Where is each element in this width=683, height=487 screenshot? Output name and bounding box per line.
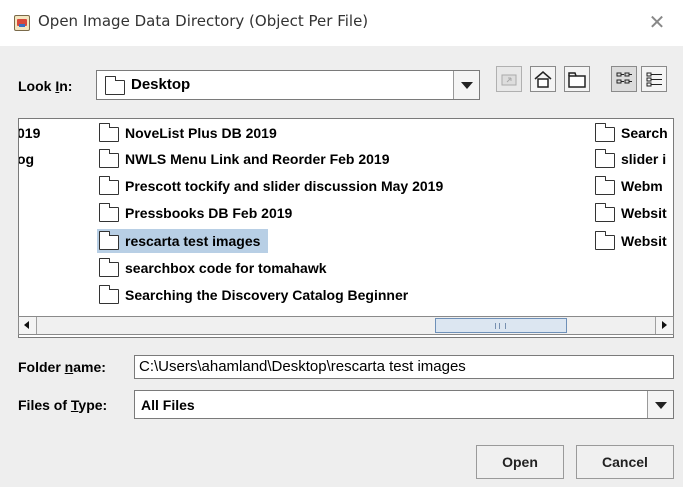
list-item-label: Webm: [621, 178, 663, 194]
home-icon: [534, 71, 552, 88]
look-in-combo[interactable]: Desktop: [96, 70, 480, 100]
files-of-type-label: Files of Type:: [18, 397, 107, 413]
folder-icon: [98, 175, 119, 195]
window-title: Open Image Data Directory (Object Per Fi…: [38, 12, 369, 30]
list-item[interactable]: og: [18, 147, 42, 171]
list-item[interactable]: Prescott tockify and slider discussion M…: [97, 174, 451, 198]
look-in-label-post: n:: [59, 78, 73, 94]
folder-icon: [594, 230, 615, 250]
cancel-button[interactable]: Cancel: [576, 445, 674, 479]
folder-icon: [98, 257, 119, 277]
chevron-down-icon[interactable]: [453, 71, 479, 99]
folder-icon: [98, 202, 119, 222]
list-item[interactable]: slider i: [593, 147, 673, 171]
list-item[interactable]: Websit: [593, 229, 673, 253]
file-list[interactable]: 019 og NoveList Plus DB 2019 NWLS Menu L…: [18, 118, 674, 338]
folder-name-label-post: ame:: [73, 359, 106, 375]
list-item-label: Searching the Discovery Catalog Beginner: [125, 287, 409, 303]
list-item[interactable]: 019: [18, 121, 48, 145]
scroll-left-icon[interactable]: [19, 317, 37, 334]
java-cup-icon: [14, 15, 30, 31]
folder-icon: [594, 122, 615, 142]
files-of-type-label-pre: Files of: [18, 397, 71, 413]
folder-icon: [594, 148, 615, 168]
folder-icon: [104, 76, 125, 95]
list-item-label: NoveList Plus DB 2019: [125, 125, 277, 141]
files-of-type-label-post: ype:: [78, 397, 108, 413]
up-one-level-icon: [501, 74, 517, 86]
folder-name-label-mnemonic: n: [64, 359, 74, 375]
files-of-type-value: All Files: [141, 397, 195, 413]
details-view-icon: [646, 72, 662, 87]
list-item-selected[interactable]: rescarta test images: [97, 229, 269, 253]
list-item-label: Websit: [621, 233, 667, 249]
folder-icon: [98, 284, 119, 304]
list-item-label: searchbox code for tomahawk: [125, 260, 327, 276]
list-item-label: NWLS Menu Link and Reorder Feb 2019: [125, 151, 390, 167]
list-item-label: 019: [18, 125, 41, 141]
open-button[interactable]: Open: [476, 445, 564, 479]
details-view-button[interactable]: [641, 66, 667, 92]
horizontal-scrollbar[interactable]: [18, 316, 674, 335]
look-in-label: Look In:: [18, 78, 72, 94]
list-item[interactable]: NWLS Menu Link and Reorder Feb 2019: [97, 147, 398, 171]
chevron-down-icon[interactable]: [647, 391, 673, 418]
list-item-label: Prescott tockify and slider discussion M…: [125, 178, 444, 194]
list-view-icon: [616, 72, 632, 84]
list-view-button[interactable]: [611, 66, 637, 92]
list-item[interactable]: Webm: [593, 174, 671, 198]
dialog-body: Look In: Desktop 019 og NoveList Plus DB…: [0, 46, 683, 487]
list-item-label: rescarta test images: [125, 233, 261, 249]
folder-icon: [594, 202, 615, 222]
folder-icon: [98, 230, 119, 250]
list-item[interactable]: NoveList Plus DB 2019: [97, 121, 285, 145]
list-item-label: slider i: [621, 151, 667, 167]
new-folder-icon: [568, 72, 586, 88]
list-item-label: Pressbooks DB Feb 2019: [125, 205, 293, 221]
folder-icon: [98, 122, 119, 142]
folder-name-label: Folder name:: [18, 359, 106, 375]
list-item-label: og: [18, 151, 35, 167]
list-item-label: Search: [621, 125, 668, 141]
list-item[interactable]: Websit: [593, 201, 673, 225]
folder-icon: [594, 175, 615, 195]
look-in-value: Desktop: [131, 76, 191, 93]
scroll-right-icon[interactable]: [655, 317, 673, 334]
folder-name-field[interactable]: C:\Users\ahamland\Desktop\rescarta test …: [134, 355, 674, 379]
folder-name-label-pre: Folder: [18, 359, 65, 375]
list-item[interactable]: searchbox code for tomahawk: [97, 256, 335, 280]
up-one-level-button[interactable]: [496, 66, 522, 92]
list-item[interactable]: Pressbooks DB Feb 2019: [97, 201, 300, 225]
folder-icon: [98, 148, 119, 168]
title-bar: Open Image Data Directory (Object Per Fi…: [0, 0, 683, 46]
list-item-label: Websit: [621, 205, 667, 221]
new-folder-button[interactable]: [564, 66, 590, 92]
look-in-label-pre: Look: [18, 78, 56, 94]
list-item[interactable]: Searching the Discovery Catalog Beginner: [97, 283, 416, 307]
home-button[interactable]: [530, 66, 556, 92]
scrollbar-thumb[interactable]: [435, 318, 567, 333]
files-of-type-combo[interactable]: All Files: [134, 390, 674, 419]
close-icon[interactable]: ✕: [645, 10, 669, 34]
list-item[interactable]: Search: [593, 121, 673, 145]
